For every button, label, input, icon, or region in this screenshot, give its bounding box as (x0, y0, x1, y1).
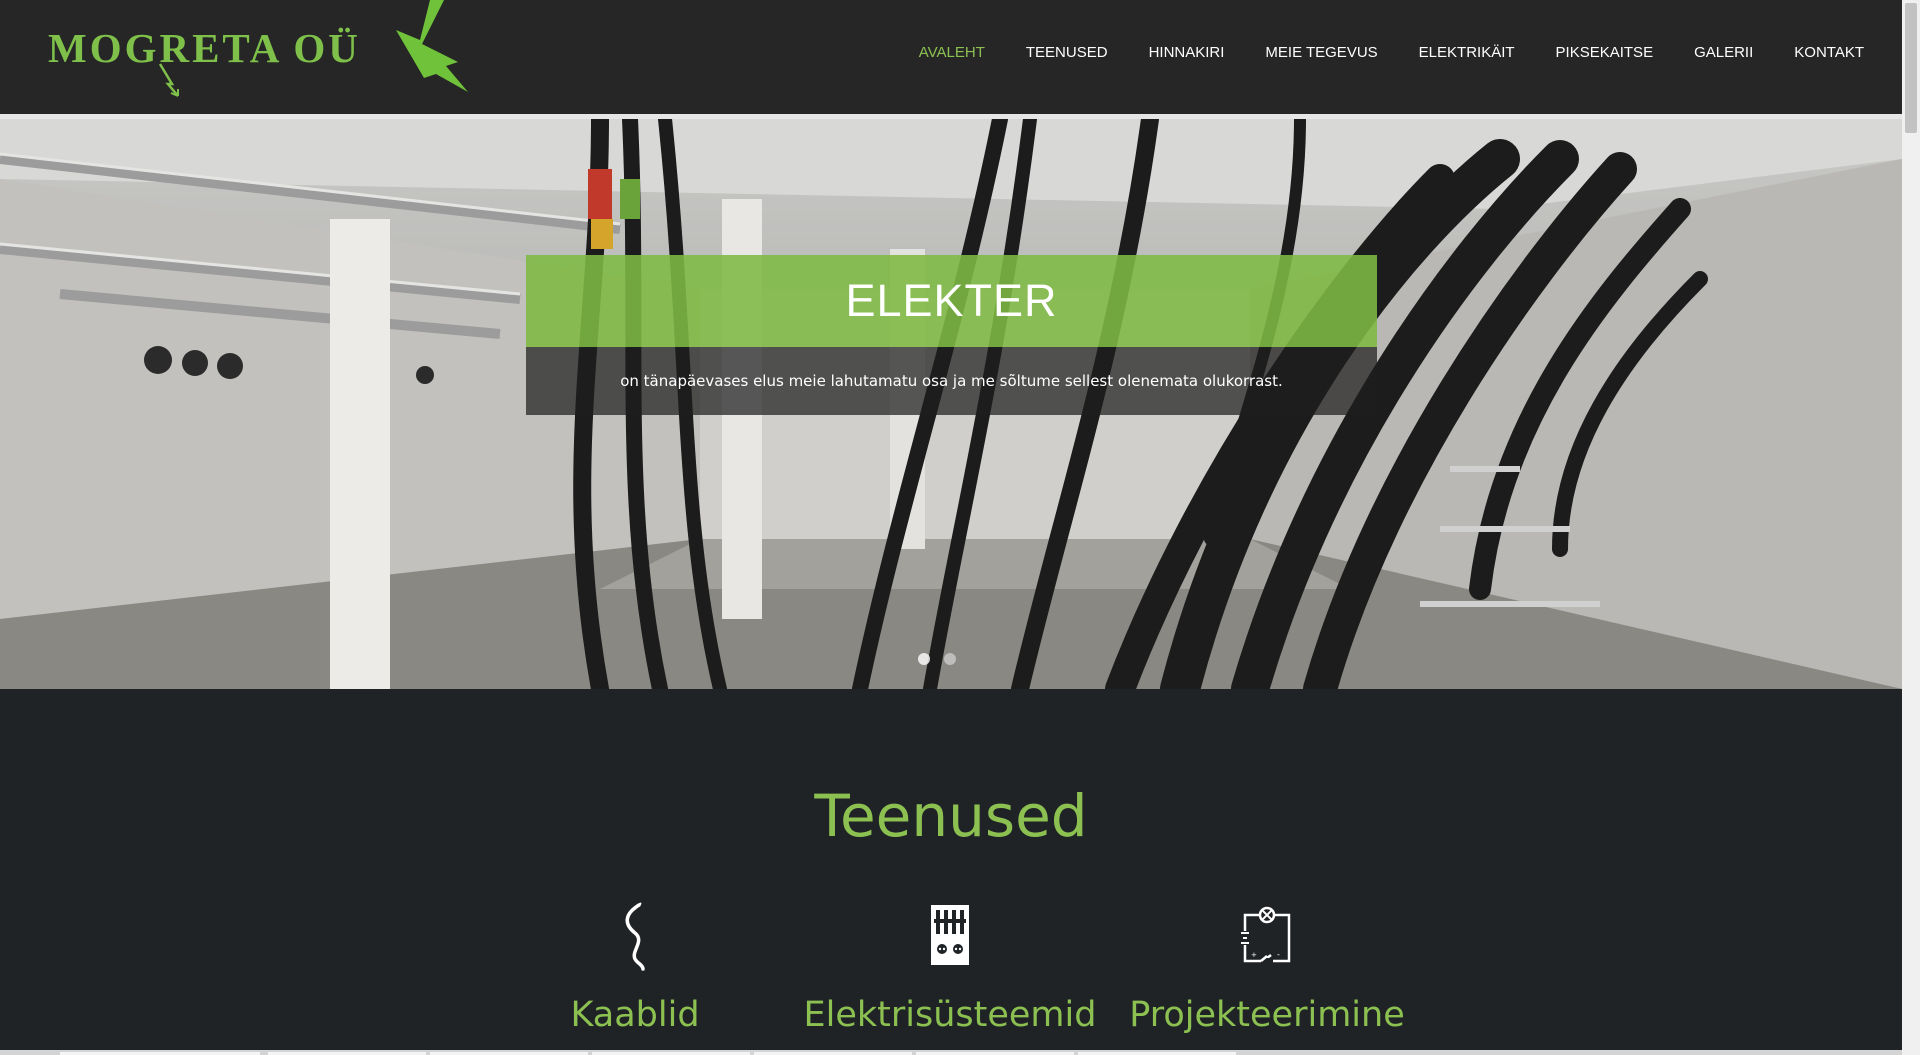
svg-text:+: + (1251, 951, 1257, 959)
circuit-plan-icon: + - (1240, 906, 1291, 964)
nav-elektrikait[interactable]: ELEKTRIKÄIT (1419, 44, 1515, 61)
scrollbar-thumb[interactable] (1905, 3, 1917, 133)
nav-kontakt[interactable]: KONTAKT (1794, 44, 1864, 61)
nav-hinnakiri[interactable]: HINNAKIRI (1149, 44, 1225, 61)
nav-avaleht[interactable]: AVALEHT (919, 44, 985, 61)
lightning-bolt-icon (396, 0, 468, 92)
main-nav: AVALEHT TEENUSED HINNAKIRI MEIE TEGEVUS … (919, 44, 1864, 61)
page-scrollbar[interactable] (1902, 0, 1920, 1055)
services-section: Teenused Kaablid Elektrisüsteemid + - Pr… (0, 689, 1902, 1055)
service-title-kaablid: Kaablid (570, 995, 700, 1035)
svg-text:-: - (1277, 950, 1280, 959)
service-projekteerimine[interactable]: + - Projekteerimine (1117, 901, 1417, 1035)
site-header: MOGRETA OÜ AVALEHT TEENUSED HINNAKIRI ME… (0, 0, 1902, 115)
services-title: Teenused (814, 782, 1088, 850)
taskbar-strip (0, 1050, 1902, 1055)
switchboard-icon (931, 905, 969, 965)
cable-icon (625, 902, 645, 971)
service-title-projekteerimine: Projekteerimine (1129, 995, 1405, 1035)
hero-title: ELEKTER (845, 275, 1058, 326)
logo-arrow-icon (158, 63, 179, 97)
hero-slider[interactable]: ELEKTER on tänapäevases elus meie lahuta… (0, 119, 1902, 689)
nav-teenused[interactable]: TEENUSED (1026, 44, 1108, 61)
nav-galerii[interactable]: GALERII (1694, 44, 1753, 61)
logo-text: MOGRETA OÜ (48, 25, 361, 71)
hero-subtitle-box: on tänapäevases elus meie lahutamatu osa… (526, 347, 1377, 415)
logo[interactable]: MOGRETA OÜ (48, 0, 478, 97)
hero-subtitle: on tänapäevases elus meie lahutamatu osa… (620, 372, 1283, 390)
service-elektrisusteemid[interactable]: Elektrisüsteemid (800, 901, 1100, 1035)
nav-piksekaitse[interactable]: PIKSEKAITSE (1556, 44, 1654, 61)
slider-dots (918, 653, 956, 665)
nav-meie-tegevus[interactable]: MEIE TEGEVUS (1265, 44, 1377, 61)
hero-title-box: ELEKTER (526, 255, 1377, 347)
slider-dot-1[interactable] (918, 653, 930, 665)
service-kaablid[interactable]: Kaablid (485, 901, 785, 1035)
slider-dot-2[interactable] (944, 653, 956, 665)
service-title-elektrisusteemid: Elektrisüsteemid (803, 995, 1097, 1035)
